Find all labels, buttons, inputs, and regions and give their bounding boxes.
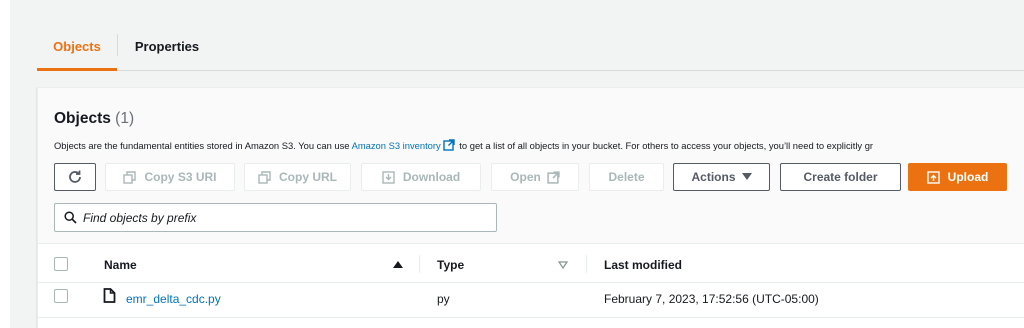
object-name-link[interactable]: emr_delta_cdc.py <box>126 292 221 306</box>
copy-s3-uri-label: Copy S3 URI <box>144 170 217 184</box>
panel-description: Objects are the fundamental entities sto… <box>54 139 873 151</box>
panel-title-text: Objects <box>54 110 111 127</box>
actions-label: Actions <box>691 170 736 184</box>
sort-descending-icon[interactable] <box>558 261 568 269</box>
tab-properties[interactable]: Properties <box>129 22 205 70</box>
upload-button[interactable]: Upload <box>908 163 1007 191</box>
caret-down-icon <box>741 173 752 180</box>
external-link-icon <box>547 170 560 184</box>
row-checkbox[interactable] <box>54 289 68 303</box>
tab-divider <box>117 34 118 56</box>
tab-bar: Objects Properties <box>37 22 1024 71</box>
object-count: (1) <box>115 110 135 127</box>
tab-objects[interactable]: Objects <box>37 22 117 71</box>
actions-dropdown-button[interactable]: Actions <box>673 163 770 191</box>
refresh-button[interactable] <box>54 163 96 191</box>
column-divider <box>586 255 587 273</box>
select-all-checkbox[interactable] <box>54 257 68 271</box>
object-type: py <box>437 292 450 306</box>
open-label: Open <box>510 170 541 184</box>
refresh-icon <box>69 170 81 183</box>
download-button[interactable]: Download <box>361 163 481 191</box>
upload-icon <box>926 170 940 184</box>
external-link-icon[interactable] <box>443 139 455 151</box>
object-last-modified: February 7, 2023, 17:52:56 (UTC-05:00) <box>604 292 819 306</box>
download-label: Download <box>402 170 461 184</box>
copy-url-button[interactable]: Copy URL <box>244 163 351 191</box>
copy-url-label: Copy URL <box>279 170 337 184</box>
copy-icon <box>258 170 271 184</box>
delete-button[interactable]: Delete <box>589 163 664 191</box>
objects-panel-header: Objects (1) Objects are the fundamental … <box>38 88 1024 244</box>
file-icon <box>103 288 116 303</box>
description-prefix: Objects are the fundamental entities sto… <box>54 140 352 151</box>
panel-title: Objects (1) <box>54 110 134 128</box>
create-folder-button[interactable]: Create folder <box>780 163 901 191</box>
delete-label: Delete <box>608 170 645 184</box>
table-header: Name Type Last modified <box>38 245 1024 283</box>
download-icon <box>382 170 395 184</box>
column-header-name[interactable]: Name <box>104 258 137 272</box>
search-input[interactable] <box>83 210 483 225</box>
search-icon <box>64 211 77 224</box>
open-button[interactable]: Open <box>491 163 579 191</box>
sort-ascending-icon[interactable] <box>393 261 403 269</box>
column-header-type[interactable]: Type <box>437 258 464 272</box>
search-box[interactable] <box>54 203 497 232</box>
column-divider <box>419 255 420 273</box>
objects-panel: Objects (1) Objects are the fundamental … <box>37 87 1024 328</box>
table-row: emr_delta_cdc.py py February 7, 2023, 17… <box>38 284 1024 318</box>
copy-s3-uri-button[interactable]: Copy S3 URI <box>105 163 235 191</box>
upload-label: Upload <box>947 170 989 184</box>
description-suffix: to get a list of all objects in your buc… <box>456 140 874 151</box>
create-folder-label: Create folder <box>803 170 878 184</box>
column-header-last-modified[interactable]: Last modified <box>604 258 682 272</box>
copy-icon <box>123 170 137 184</box>
inventory-link[interactable]: Amazon S3 inventory <box>352 140 441 151</box>
